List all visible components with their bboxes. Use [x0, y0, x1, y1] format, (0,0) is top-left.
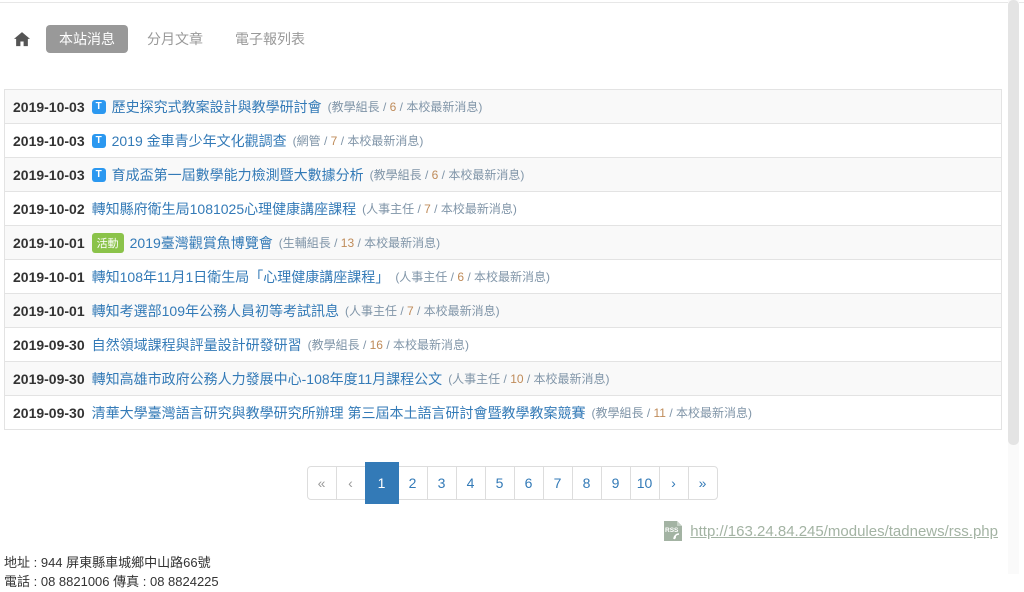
news-date: 2019-09-30: [13, 337, 85, 353]
page-4[interactable]: 4: [456, 466, 486, 500]
news-date: 2019-09-30: [13, 405, 85, 421]
news-title-link[interactable]: 2019 金車青少年文化觀調查: [112, 131, 287, 151]
news-date: 2019-10-03: [13, 167, 85, 183]
news-title-link[interactable]: 自然領域課程與評量設計研發研習: [92, 335, 302, 355]
page-1[interactable]: 1: [365, 462, 399, 504]
page-9[interactable]: 9: [601, 466, 631, 500]
news-row: 2019-10-03 T 2019 金車青少年文化觀調查 (網管 / 7 / 本校最新…: [5, 124, 1001, 158]
views-count: 7: [407, 304, 414, 318]
views-count: 6: [390, 100, 397, 114]
nav-tab-monthly-articles[interactable]: 分月文章: [134, 25, 216, 53]
news-meta: (人事主任 / 6 / 本校最新消息): [395, 268, 550, 285]
rss-url: http://163.24.84.245/modules/tadnews/rss…: [690, 523, 998, 540]
news-meta: (教學組長 / 16 / 本校最新消息): [308, 336, 469, 353]
page-8[interactable]: 8: [572, 466, 602, 500]
views-count: 7: [331, 134, 338, 148]
news-title-link[interactable]: 2019臺灣觀賞魚博覽會: [130, 233, 273, 253]
news-title-link[interactable]: 轉知縣府衛生局1081025心理健康講座課程: [92, 199, 357, 219]
page-prev[interactable]: ‹: [336, 466, 366, 500]
top-divider: [0, 0, 1024, 3]
news-meta: (生輔組長 / 13 / 本校最新消息): [279, 234, 440, 251]
pagination: «‹12345678910›»: [307, 466, 718, 500]
views-count: 10: [510, 372, 523, 386]
news-title-link[interactable]: 轉知高雄市政府公務人力發展中心-108年度11月課程公文: [92, 369, 443, 389]
news-meta: (網管 / 7 / 本校最新消息): [293, 132, 424, 149]
news-title-link[interactable]: 轉知108年11月1日衛生局「心理健康講座課程」: [92, 267, 390, 287]
pinned-icon: T: [92, 100, 106, 114]
news-meta: (教學組長 / 6 / 本校最新消息): [370, 166, 525, 183]
news-meta: (人事主任 / 7 / 本校最新消息): [362, 200, 517, 217]
rss-row: RSS http://163.24.84.245/modules/tadnews…: [0, 520, 998, 542]
nav-tab-newsletter-list[interactable]: 電子報列表: [222, 25, 318, 53]
news-title-link[interactable]: 轉知考選部109年公務人員初等考試訊息: [92, 301, 339, 321]
views-count: 13: [341, 236, 354, 250]
news-date: 2019-10-01: [13, 235, 85, 251]
news-title-link[interactable]: 歷史探究式教案設計與教學研討會: [112, 97, 322, 117]
scrollbar-thumb[interactable]: [1008, 0, 1019, 445]
news-meta: (人事主任 / 10 / 本校最新消息): [448, 370, 609, 387]
news-row: 2019-09-30 自然領域課程與評量設計研發研習 (教學組長 / 16 / 本校…: [5, 328, 1001, 362]
views-count: 6: [432, 168, 439, 182]
page-10[interactable]: 10: [630, 466, 660, 500]
news-meta: (教學組長 / 11 / 本校最新消息): [592, 404, 752, 421]
news-date: 2019-10-01: [13, 269, 85, 285]
page-footer: 地址 : 944 屏東縣車城鄉中山路66號 電話 : 08 8821006 傳真…: [4, 554, 1024, 592]
news-row: 2019-10-01 活動 2019臺灣觀賞魚博覽會 (生輔組長 / 13 / 本校最…: [5, 226, 1001, 260]
news-date: 2019-10-03: [13, 133, 85, 149]
page-3[interactable]: 3: [427, 466, 457, 500]
page-5[interactable]: 5: [485, 466, 515, 500]
scrollbar[interactable]: [1008, 0, 1019, 574]
news-row: 2019-10-01 轉知考選部109年公務人員初等考試訊息 (人事主任 / 7 /…: [5, 294, 1001, 328]
footer-phone: 電話 : 08 8821006 傳真 : 08 8824225: [4, 573, 1024, 592]
views-count: 11: [654, 406, 666, 420]
news-row: 2019-09-30 轉知高雄市政府公務人力發展中心-108年度11月課程公文 (人…: [5, 362, 1001, 396]
breadcrumb: 本站消息分月文章電子報列表: [14, 25, 1024, 53]
news-date: 2019-09-30: [13, 371, 85, 387]
news-title-link[interactable]: 育成盃第一屆數學能力檢測暨大數據分析: [112, 165, 364, 185]
news-meta: (人事主任 / 7 / 本校最新消息): [345, 302, 500, 319]
nav-tab-site-news[interactable]: 本站消息: [46, 25, 128, 53]
pinned-icon: T: [92, 168, 106, 182]
rss-icon: RSS: [662, 520, 684, 542]
views-count: 7: [424, 202, 431, 216]
news-title-link[interactable]: 清華大學臺灣語言研究與教學研究所辦理 第三屆本土語言研討會暨教學教案競賽: [92, 403, 586, 423]
rss-link[interactable]: RSS http://163.24.84.245/modules/tadnews…: [662, 520, 998, 542]
news-row: 2019-10-03 T 育成盃第一屆數學能力檢測暨大數據分析 (教學組長 / 6 /…: [5, 158, 1001, 192]
news-list: 2019-10-03 T 歷史探究式教案設計與教學研討會 (教學組長 / 6 / 本校…: [4, 89, 1002, 430]
news-date: 2019-10-01: [13, 303, 85, 319]
news-meta: (教學組長 / 6 / 本校最新消息): [328, 98, 483, 115]
news-row: 2019-10-03 T 歷史探究式教案設計與教學研討會 (教學組長 / 6 / 本校…: [5, 90, 1001, 124]
news-row: 2019-09-30 清華大學臺灣語言研究與教學研究所辦理 第三屆本土語言研討會暨…: [5, 396, 1001, 430]
pinned-icon: T: [92, 134, 106, 148]
news-row: 2019-10-01 轉知108年11月1日衛生局「心理健康講座課程」 (人事主任 …: [5, 260, 1001, 294]
activity-badge: 活動: [92, 233, 124, 253]
page-next[interactable]: ›: [659, 466, 689, 500]
page-last[interactable]: »: [688, 466, 718, 500]
views-count: 16: [370, 338, 383, 352]
news-date: 2019-10-02: [13, 201, 85, 217]
news-date: 2019-10-03: [13, 99, 85, 115]
page-2[interactable]: 2: [398, 466, 428, 500]
views-count: 6: [457, 270, 464, 284]
footer-address: 地址 : 944 屏東縣車城鄉中山路66號: [4, 554, 1024, 573]
page-first[interactable]: «: [307, 466, 337, 500]
page-7[interactable]: 7: [543, 466, 573, 500]
news-row: 2019-10-02 轉知縣府衛生局1081025心理健康講座課程 (人事主任 / …: [5, 192, 1001, 226]
svg-text:RSS: RSS: [665, 527, 679, 534]
home-icon[interactable]: [14, 32, 30, 47]
page-6[interactable]: 6: [514, 466, 544, 500]
